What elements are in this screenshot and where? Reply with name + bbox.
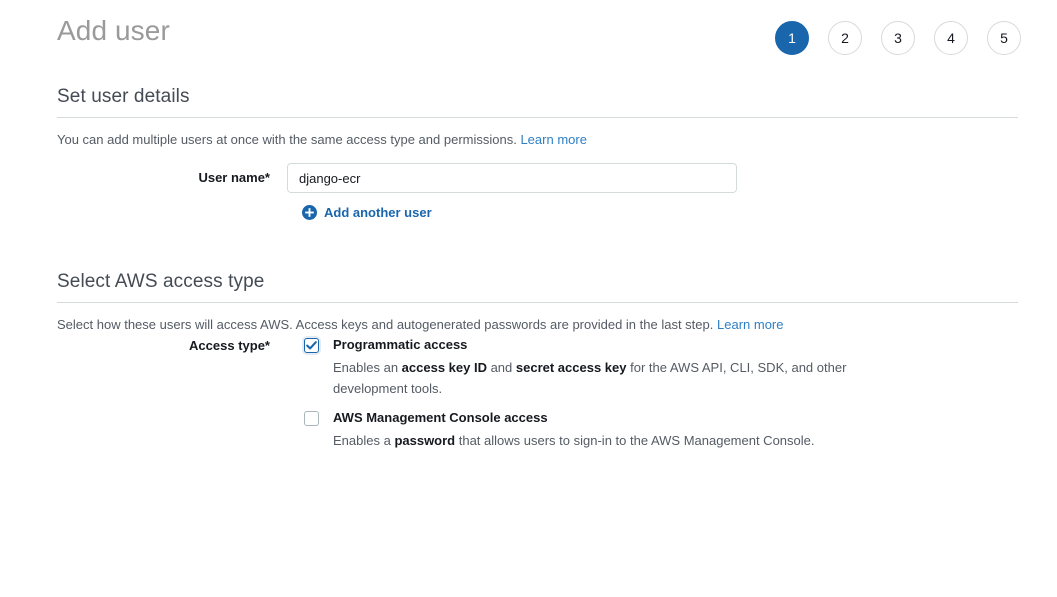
user-name-input[interactable] [287,163,737,193]
select-access-type-section: Select AWS access type Select how these … [57,271,1018,334]
access-type-label: Access type* [189,338,270,353]
desc-part-1: Enables a [333,433,395,448]
user-name-label: User name* [198,170,270,185]
set-user-details-description: You can add multiple users at once with … [57,118,1018,149]
add-another-user-button[interactable]: Add another user [302,205,432,220]
step-indicator: 1 2 3 4 5 [775,21,1021,55]
select-access-type-heading: Select AWS access type [57,271,265,292]
user-details-learn-more-link[interactable]: Learn more [520,132,586,147]
step-5-label: 5 [1000,30,1008,46]
set-user-details-description-text: You can add multiple users at once with … [57,132,517,147]
step-4-label: 4 [947,30,955,46]
programmatic-access-checkbox[interactable] [304,338,319,353]
step-5[interactable]: 5 [987,21,1021,55]
step-1-label: 1 [788,30,796,46]
programmatic-access-body: Programmatic access Enables an access ke… [333,336,924,399]
page-title: Add user [57,15,170,46]
access-option-console: AWS Management Console access Enables a … [304,409,924,451]
select-access-type-description: Select how these users will access AWS. … [57,303,1018,334]
select-access-type-description-text: Select how these users will access AWS. … [57,317,714,332]
console-access-body: AWS Management Console access Enables a … [333,409,924,451]
step-1[interactable]: 1 [775,21,809,55]
console-access-description: Enables a password that allows users to … [333,427,858,451]
desc-part-2: and [486,360,516,375]
console-access-checkbox[interactable] [304,411,319,426]
page-header: Add user 1 2 3 4 5 [0,0,1057,76]
desc-part-1: Enables an [333,360,402,375]
step-4[interactable]: 4 [934,21,968,55]
access-option-programmatic: Programmatic access Enables an access ke… [304,336,924,399]
plus-circle-icon [302,205,317,220]
checkmark-icon [305,339,318,352]
set-user-details-heading: Set user details [57,86,190,107]
desc-bold-secret-access-key: secret access key [515,360,627,375]
desc-bold-access-key-id: access key ID [401,360,487,375]
access-type-learn-more-link[interactable]: Learn more [717,317,783,332]
programmatic-access-description: Enables an access key ID and secret acce… [333,354,858,399]
add-another-user-label: Add another user [324,205,432,220]
step-3[interactable]: 3 [881,21,915,55]
desc-part-2: that allows users to sign-in to the AWS … [455,433,815,448]
step-2-label: 2 [841,30,849,46]
step-2[interactable]: 2 [828,21,862,55]
desc-bold-password: password [394,433,456,448]
programmatic-access-title[interactable]: Programmatic access [333,336,924,354]
console-access-title[interactable]: AWS Management Console access [333,409,924,427]
step-3-label: 3 [894,30,902,46]
set-user-details-section: Set user details You can add multiple us… [57,86,1018,149]
add-user-page: Add user 1 2 3 4 5 Set user details You … [0,0,1057,597]
user-name-row: User name* [57,163,737,193]
